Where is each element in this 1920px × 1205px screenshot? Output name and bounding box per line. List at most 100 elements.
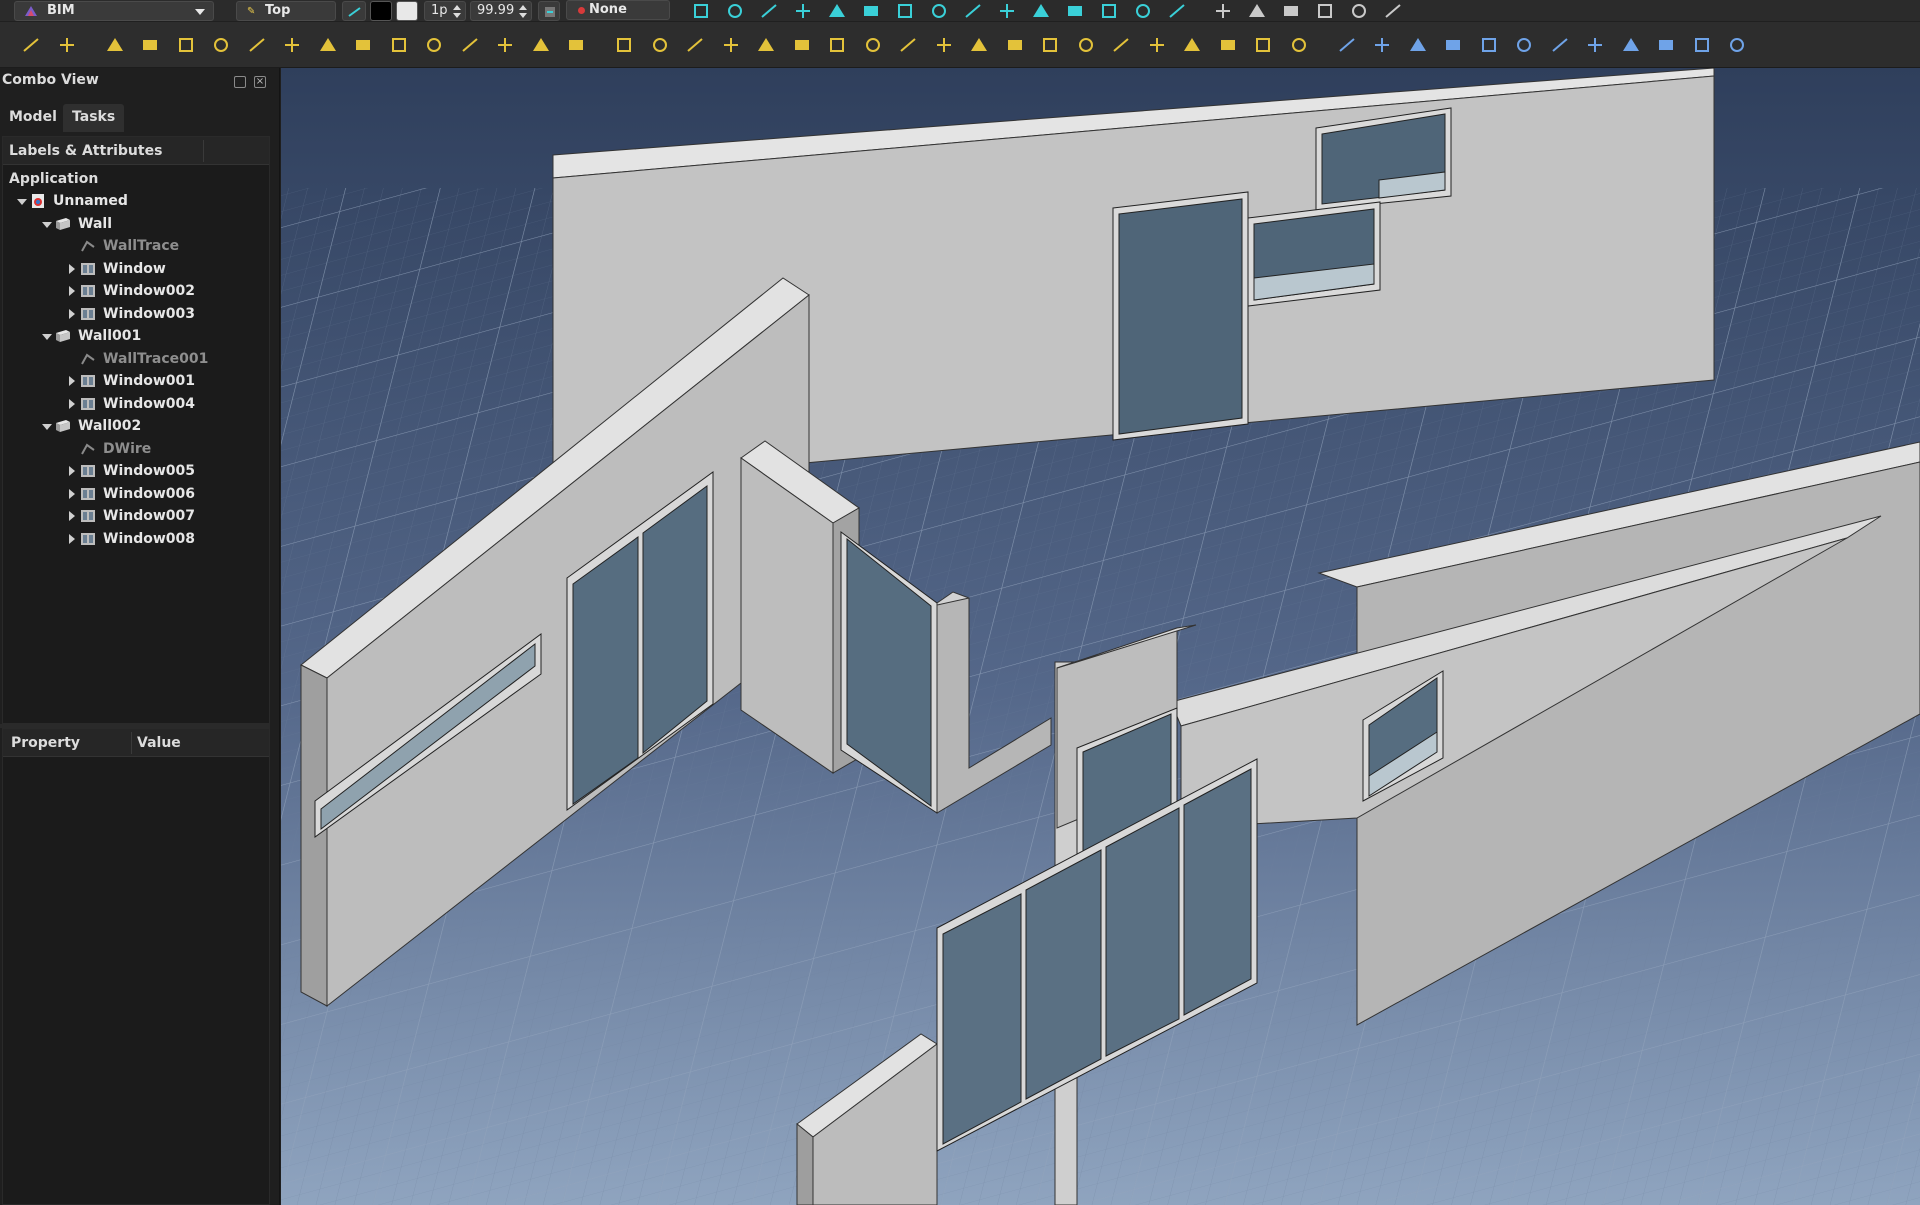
chevron-right-icon[interactable] (65, 483, 79, 505)
line-dim-icon[interactable] (684, 35, 706, 55)
bspline-icon[interactable] (246, 35, 268, 55)
chevron-right-icon[interactable] (65, 460, 79, 482)
tree-item[interactable]: Window008 (65, 528, 195, 550)
fence-icon[interactable] (1075, 35, 1097, 55)
profile-icon[interactable] (1146, 35, 1168, 55)
tree-item[interactable]: Window005 (65, 460, 195, 482)
stairs-icon[interactable] (1314, 1, 1336, 21)
close-icon[interactable]: × (254, 76, 266, 88)
component-icon[interactable] (1252, 35, 1274, 55)
point-icon[interactable] (423, 35, 445, 55)
tree-item[interactable]: Window002 (65, 280, 195, 302)
chevron-right-icon[interactable] (65, 505, 79, 527)
tree-item[interactable]: Wall002 (40, 415, 141, 437)
truss-icon[interactable] (1110, 35, 1132, 55)
offset-icon[interactable] (1407, 35, 1429, 55)
tree-item[interactable]: DWire (65, 438, 151, 460)
line-color-swatch[interactable] (370, 1, 392, 21)
scene-svg[interactable] (281, 68, 1920, 1205)
window-back-door[interactable] (1112, 191, 1249, 441)
axis-icon[interactable] (1004, 35, 1026, 55)
structure-icon[interactable] (649, 35, 671, 55)
tree-item[interactable]: Window006 (65, 483, 195, 505)
frame-icon[interactable] (826, 35, 848, 55)
tree-item[interactable]: Window003 (65, 303, 195, 325)
chevron-right-icon[interactable] (65, 393, 79, 415)
wall-icon[interactable] (613, 35, 635, 55)
spin-up-icon[interactable] (519, 5, 527, 10)
working-plane-button[interactable]: ✎ Top (236, 1, 336, 21)
downgrade-icon[interactable] (1691, 35, 1713, 55)
snap-intersection-icon[interactable] (1064, 1, 1086, 21)
material-icon[interactable] (1217, 35, 1239, 55)
panel-icon[interactable] (791, 35, 813, 55)
grid-icon[interactable] (1039, 35, 1061, 55)
chevron-down-icon[interactable] (40, 415, 54, 437)
snap-circle-icon[interactable] (996, 1, 1018, 21)
circle-icon[interactable] (175, 35, 197, 55)
wall-icon[interactable] (1280, 1, 1302, 21)
window-back-lower[interactable] (1247, 201, 1381, 307)
label-icon[interactable] (565, 35, 587, 55)
section-icon[interactable] (1288, 35, 1310, 55)
chevron-down-icon[interactable] (15, 190, 29, 212)
spin-up-icon[interactable] (453, 5, 461, 10)
snap-extension-icon[interactable] (792, 1, 814, 21)
move-icon[interactable] (1336, 35, 1358, 55)
measure-icon[interactable] (1726, 35, 1748, 55)
cross-icon[interactable] (1212, 1, 1234, 21)
property-column-header[interactable]: Property (11, 729, 80, 757)
scale-icon[interactable] (1478, 35, 1500, 55)
chevron-right-icon[interactable] (65, 280, 79, 302)
chevron-right-icon[interactable] (65, 370, 79, 392)
tree-item[interactable]: WallTrace001 (65, 348, 208, 370)
bezier-icon[interactable] (352, 35, 374, 55)
folder-icon[interactable] (56, 35, 78, 55)
tree-item[interactable]: WallTrace (65, 235, 179, 257)
space-icon[interactable] (933, 35, 955, 55)
grid-icon[interactable] (690, 1, 712, 21)
rotate-icon[interactable] (1371, 35, 1393, 55)
construction-mode-button[interactable] (342, 1, 366, 21)
rectangle-icon[interactable] (317, 35, 339, 55)
spin-down-icon[interactable] (453, 13, 461, 18)
roof-icon[interactable] (755, 35, 777, 55)
building-part-icon[interactable] (1246, 1, 1268, 21)
snap-grid-icon[interactable] (860, 1, 882, 21)
wire-icon[interactable] (139, 35, 161, 55)
font-size-spinbox[interactable]: 99.99 (470, 1, 532, 21)
schedule-icon[interactable] (1181, 35, 1203, 55)
annotation-style-selector[interactable]: None (566, 0, 670, 20)
arc-icon[interactable] (210, 35, 232, 55)
application-root[interactable]: Application (9, 171, 98, 187)
lock-icon[interactable] (724, 1, 746, 21)
line-width-spinbox[interactable]: 1p (424, 1, 466, 21)
snap-parallel-icon[interactable] (826, 1, 848, 21)
snap-plus-icon[interactable] (1030, 1, 1052, 21)
chevron-down-icon[interactable] (40, 325, 54, 347)
chevron-right-icon[interactable] (65, 303, 79, 325)
snap-endpoint-icon[interactable] (758, 1, 780, 21)
trim-icon[interactable] (1442, 35, 1464, 55)
equipment-icon[interactable] (968, 35, 990, 55)
3d-viewport[interactable] (281, 68, 1920, 1205)
pipe-icon[interactable] (897, 35, 919, 55)
tree-item[interactable]: Window001 (65, 370, 195, 392)
float-panel-icon[interactable] (234, 76, 246, 88)
tree-item[interactable]: Window004 (65, 393, 195, 415)
dimension-icon[interactable] (530, 35, 552, 55)
workbench-selector[interactable]: BIM (14, 1, 214, 21)
tree-item[interactable]: Window007 (65, 505, 195, 527)
chevron-right-icon[interactable] (65, 528, 79, 550)
chevron-right-icon[interactable] (65, 258, 79, 280)
tree-item[interactable]: Unnamed (15, 190, 128, 212)
tab-model[interactable]: Model (0, 104, 66, 132)
value-column-header[interactable]: Value (137, 729, 181, 757)
spin-down-icon[interactable] (519, 13, 527, 18)
tree-item[interactable]: Wall (40, 213, 112, 235)
snap-perpendicular-icon[interactable] (928, 1, 950, 21)
apply-style-button[interactable] (538, 1, 560, 21)
mirror-icon[interactable] (1513, 35, 1535, 55)
sheet-icon[interactable] (1382, 1, 1404, 21)
material-icon[interactable] (1348, 1, 1370, 21)
